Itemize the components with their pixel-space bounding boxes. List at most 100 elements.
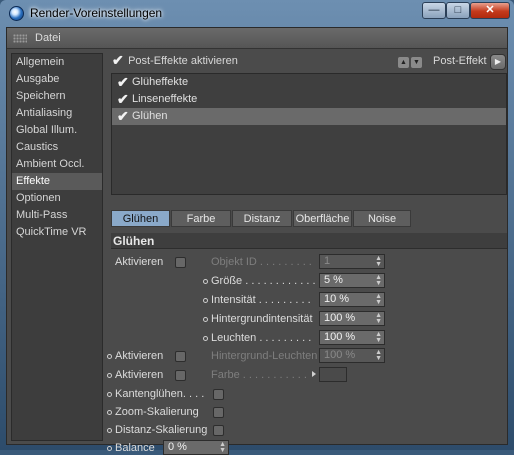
objekt-id-label: Objekt ID . . . . . . . . .: [211, 256, 312, 268]
aktivieren-checkbox-3[interactable]: [175, 370, 186, 381]
spinner-icon[interactable]: ▲ ▼: [375, 349, 382, 362]
sidebar-item-optionen[interactable]: Optionen: [12, 190, 102, 207]
animation-dot-icon[interactable]: [203, 335, 208, 341]
sidebar-item-ambient-occl[interactable]: Ambient Occl.: [12, 156, 102, 173]
list-item-linseneffekte[interactable]: ✔ Linseneffekte: [112, 91, 506, 108]
hintergrundintensitaet-row: Hintergrundintensität: [203, 313, 313, 325]
sidebar-item-antialiasing[interactable]: Antialiasing: [12, 105, 102, 122]
zoom-skalierung-row: Zoom-Skalierung: [107, 406, 199, 418]
minimize-button[interactable]: —: [422, 2, 446, 19]
intensitaet-label: Intensität . . . . . . . . .: [211, 294, 311, 306]
kantengluehen-label: Kantenglühen. . . .: [115, 388, 205, 400]
aktivieren-checkbox-1[interactable]: [175, 257, 186, 268]
objekt-id-value: 1: [324, 255, 331, 267]
sidebar-item-effekte[interactable]: Effekte: [12, 173, 102, 190]
cinema4d-app-icon: [9, 6, 24, 21]
sidebar-item-speichern[interactable]: Speichern: [12, 88, 102, 105]
farbe-label: Farbe . . . . . . . . . . .: [211, 369, 307, 381]
expand-arrow-icon[interactable]: [312, 371, 316, 377]
kantengluehen-row: Kantenglühen. . . .: [107, 388, 204, 400]
hintergrundintensitaet-label: Hintergrundintensität: [211, 313, 313, 325]
groesse-row: Größe . . . . . . . . . . . .: [203, 275, 316, 287]
hintergrund-leuchten-field[interactable]: 100 % ▲ ▼: [319, 348, 385, 363]
spinner-icon[interactable]: ▲ ▼: [219, 441, 226, 454]
hintergrundintensitaet-field[interactable]: 100 % ▲ ▼: [319, 311, 385, 326]
category-sidebar: Allgemein Ausgabe Speichern Antialiasing…: [11, 53, 103, 441]
kantengluehen-checkbox[interactable]: [213, 389, 224, 400]
zoom-skalierung-checkbox[interactable]: [213, 407, 224, 418]
animation-dot-icon[interactable]: [203, 278, 208, 284]
dialog-client: Datei Allgemein Ausgabe Speichern Antial…: [6, 27, 508, 455]
list-item-label: Linseneffekte: [132, 93, 198, 105]
list-item-label: Glühen: [132, 110, 168, 122]
checkmark-icon[interactable]: ✔: [117, 75, 129, 89]
intensitaet-field[interactable]: 10 % ▲ ▼: [319, 292, 385, 307]
aktivieren-row-3: Aktivieren: [107, 369, 163, 381]
animation-dot-icon[interactable]: [203, 316, 208, 322]
distanz-skalierung-label: Distanz-Skalierung: [115, 424, 208, 436]
post-effect-type-label: Post-Effekt: [433, 55, 487, 67]
checkmark-icon[interactable]: ✔: [117, 92, 129, 106]
arrow-down-icon[interactable]: ▼: [411, 57, 422, 68]
window-title: Render-Voreinstellungen: [30, 6, 163, 20]
animation-dot-icon[interactable]: [107, 409, 112, 415]
post-effects-row: ✔ Post-Effekte aktivieren: [111, 51, 238, 68]
close-button[interactable]: ✕: [470, 2, 510, 19]
checkmark-icon[interactable]: ✔: [117, 109, 129, 123]
leuchten-label: Leuchten . . . . . . . . .: [211, 332, 312, 344]
tab-noise[interactable]: Noise: [353, 210, 411, 227]
spinner-icon[interactable]: ▲ ▼: [375, 312, 382, 325]
zoom-skalierung-label: Zoom-Skalierung: [115, 406, 199, 418]
tab-oberflaeche[interactable]: Oberfläche: [293, 210, 352, 227]
post-effects-label: Post-Effekte aktivieren: [128, 55, 238, 67]
distanz-skalierung-checkbox[interactable]: [213, 425, 224, 436]
groesse-label: Größe . . . . . . . . . . . .: [211, 275, 316, 287]
sidebar-item-ausgabe[interactable]: Ausgabe: [12, 71, 102, 88]
arrow-up-icon[interactable]: ▲: [398, 57, 409, 68]
balance-field[interactable]: 0 % ▲ ▼: [163, 440, 229, 455]
balance-value: 0 %: [168, 441, 187, 453]
grip-icon[interactable]: [13, 34, 27, 43]
tab-distanz[interactable]: Distanz: [232, 210, 292, 227]
animation-dot-icon[interactable]: [107, 427, 112, 433]
aktivieren-checkbox-2[interactable]: [175, 351, 186, 362]
sidebar-item-multi-pass[interactable]: Multi-Pass: [12, 207, 102, 224]
leuchten-field[interactable]: 100 % ▲ ▼: [319, 330, 385, 345]
farbe-color-swatch[interactable]: [319, 367, 347, 382]
animation-dot-icon[interactable]: [107, 353, 112, 359]
spinner-icon[interactable]: ▲ ▼: [375, 331, 382, 344]
hintergrund-leuchten-label: Hintergrund-Leuchten: [211, 350, 318, 362]
tab-farbe[interactable]: Farbe: [171, 210, 231, 227]
animation-dot-icon[interactable]: [107, 391, 112, 397]
spinner-icon[interactable]: ▲ ▼: [375, 274, 382, 287]
window: Render-Voreinstellungen — □ ✕ Datei Allg…: [0, 0, 514, 455]
list-item-glueheffekte[interactable]: ✔ Glüheffekte: [112, 74, 506, 91]
tab-gluehen[interactable]: Glühen: [111, 210, 170, 227]
maximize-button[interactable]: □: [446, 2, 470, 19]
animation-dot-icon[interactable]: [203, 297, 208, 303]
section-title: Glühen: [111, 233, 507, 249]
sidebar-item-quicktime-vr[interactable]: QuickTime VR: [12, 224, 102, 241]
balance-row: Balance: [107, 442, 155, 454]
tab-bar: Glühen Farbe Distanz Oberfläche Noise: [111, 210, 509, 227]
spinner-icon[interactable]: ▲ ▼: [375, 293, 382, 306]
groesse-field[interactable]: 5 % ▲ ▼: [319, 273, 385, 288]
post-effects-checkbox[interactable]: ✔: [111, 51, 124, 68]
sidebar-item-caustics[interactable]: Caustics: [12, 139, 102, 156]
main-panel: ✔ Post-Effekte aktivieren ▲ ▼ Post-Effek…: [107, 51, 507, 455]
post-effects-list: ✔ Glüheffekte ✔ Linseneffekte ✔ Glühen: [111, 73, 507, 195]
sidebar-item-allgemein[interactable]: Allgemein: [12, 54, 102, 71]
list-item-gluehen[interactable]: ✔ Glühen: [112, 108, 506, 125]
menu-file[interactable]: Datei: [35, 32, 61, 44]
checkmark-icon: ✔: [112, 51, 124, 68]
list-item-label: Glüheffekte: [132, 76, 189, 88]
title-bar[interactable]: Render-Voreinstellungen — □ ✕: [0, 0, 514, 26]
objekt-id-field[interactable]: 1 ▲ ▼: [319, 254, 385, 269]
sidebar-item-global-illum[interactable]: Global Illum.: [12, 122, 102, 139]
groesse-value: 5 %: [324, 274, 343, 286]
menu-bar: Datei: [7, 28, 507, 49]
spinner-icon[interactable]: ▲ ▼: [375, 255, 382, 268]
aktivieren-row-2: Aktivieren: [107, 350, 163, 362]
post-effect-menu-button[interactable]: ▶: [490, 54, 506, 70]
animation-dot-icon[interactable]: [107, 372, 112, 378]
